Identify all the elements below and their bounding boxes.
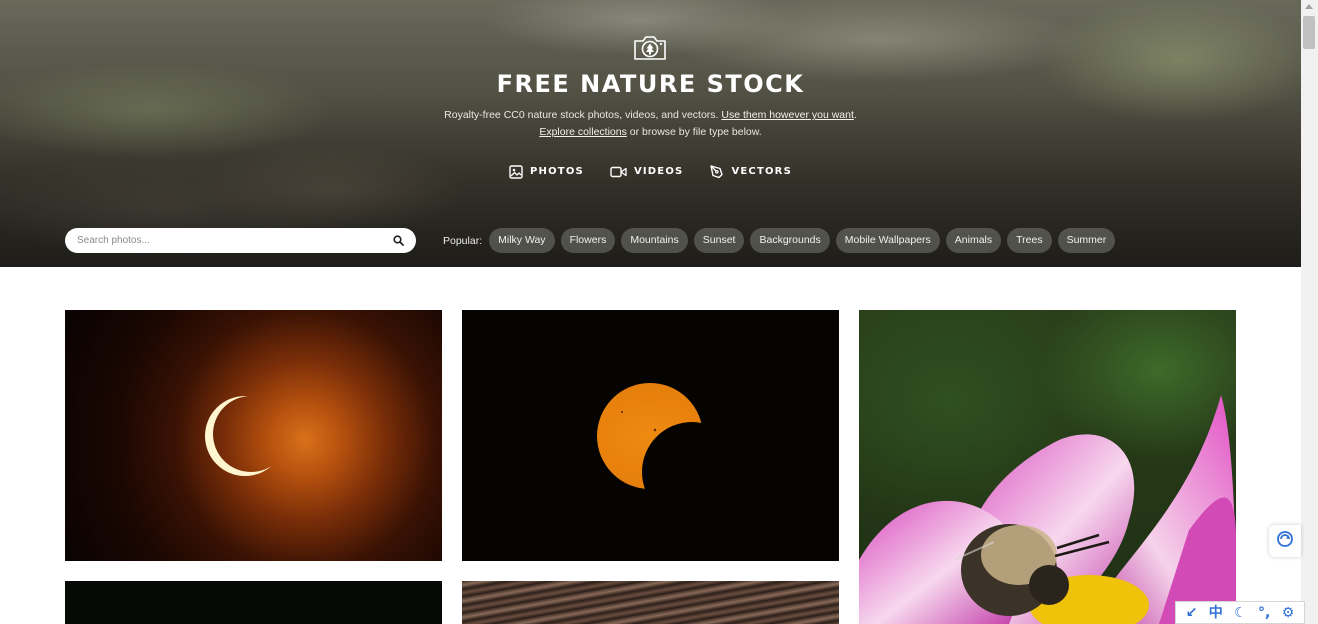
vertical-scrollbar[interactable] (1301, 0, 1318, 624)
search-icon[interactable] (393, 231, 404, 250)
scroll-up-arrow-icon[interactable] (1305, 4, 1313, 9)
site-title[interactable]: FREE NATURE STOCK (0, 70, 1301, 98)
tagline-period: . (853, 109, 857, 121)
image-icon (509, 164, 523, 179)
search-input[interactable] (75, 234, 393, 247)
photo-crescent-eclipse[interactable] (65, 310, 442, 561)
tag-trees[interactable]: Trees (1007, 228, 1052, 253)
photo-bee-on-flower[interactable] (859, 310, 1236, 624)
videos-label: VIDEOS (633, 166, 684, 177)
ime-toolbar: ↙ 中 ☾ °, ⚙ (1175, 601, 1305, 624)
file-type-nav: PHOTOS VIDEOS VECTORS (0, 164, 1301, 179)
ime-language-toggle[interactable]: 中 (1209, 606, 1223, 620)
popular-label: Popular: (443, 234, 483, 247)
photos-label: PHOTOS (530, 166, 584, 177)
tag-sunset[interactable]: Sunset (693, 228, 745, 253)
videos-link[interactable]: VIDEOS (610, 164, 684, 179)
pen-tool-icon (709, 164, 724, 179)
photos-link[interactable]: PHOTOS (509, 164, 584, 179)
vectors-link[interactable]: VECTORS (709, 164, 792, 179)
ime-punctuation-icon[interactable]: °, (1258, 606, 1270, 620)
tag-mountains[interactable]: Mountains (621, 228, 688, 253)
search-bar (65, 228, 416, 253)
translate-widget-button[interactable] (1269, 525, 1301, 557)
tagline: Royalty-free CC0 nature stock photos, vi… (0, 107, 1301, 141)
tag-backgrounds[interactable]: Backgrounds (750, 228, 830, 253)
scrollbar-thumb[interactable] (1303, 16, 1315, 49)
video-camera-icon (610, 166, 627, 178)
hero-banner: FREE NATURE STOCK Royalty-free CC0 natur… (0, 0, 1301, 267)
tag-milky-way[interactable]: Milky Way (489, 228, 555, 253)
ime-gear-icon[interactable]: ⚙ (1282, 606, 1295, 620)
translate-icon (1276, 530, 1294, 552)
tag-flowers[interactable]: Flowers (560, 228, 616, 253)
popular-tags: Popular: Milky Way Flowers Mountains Sun… (443, 228, 1116, 253)
vectors-label: VECTORS (731, 166, 792, 177)
tag-summer[interactable]: Summer (1057, 228, 1116, 253)
tagline-browse-text: or browse by file type below. (629, 126, 762, 138)
usage-link[interactable]: Use them however you want (721, 109, 853, 121)
photo-ocean-waves[interactable] (462, 581, 839, 624)
photo-dark-landscape[interactable] (65, 581, 442, 624)
ime-arrow-icon[interactable]: ↙ (1186, 606, 1198, 620)
tag-animals[interactable]: Animals (945, 228, 1002, 253)
ime-moon-icon[interactable]: ☾ (1234, 606, 1247, 620)
tagline-text: Royalty-free CC0 nature stock photos, vi… (444, 109, 719, 121)
tag-mobile-wallpapers[interactable]: Mobile Wallpapers (835, 228, 940, 253)
camera-tree-icon[interactable] (632, 32, 668, 62)
photo-partial-eclipse[interactable] (462, 310, 839, 561)
explore-collections-link[interactable]: Explore collections (539, 126, 627, 138)
